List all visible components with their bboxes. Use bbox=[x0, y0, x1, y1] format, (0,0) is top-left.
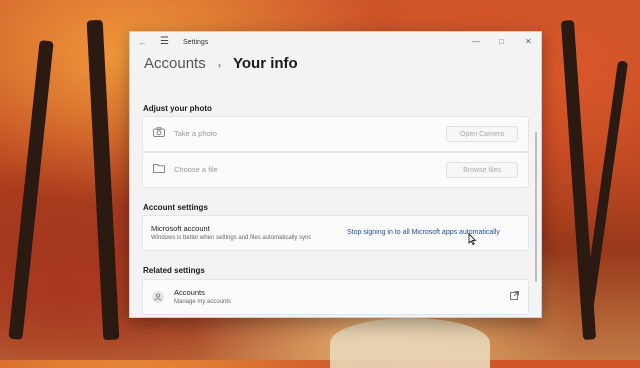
browse-files-button[interactable]: Browse files bbox=[446, 162, 518, 178]
tree-trunk bbox=[86, 19, 120, 341]
open-camera-button[interactable]: Open Camera bbox=[446, 126, 518, 142]
person-icon bbox=[152, 291, 164, 303]
minimize-icon[interactable]: — bbox=[472, 37, 480, 46]
related-accounts-title: Accounts bbox=[174, 288, 205, 297]
settings-window: ← ☰ Settings — □ ✕ Accounts › Your info … bbox=[129, 31, 542, 318]
back-arrow-icon[interactable]: ← bbox=[138, 37, 147, 47]
hamburger-menu-icon[interactable]: ☰ bbox=[160, 36, 169, 47]
tree-trunk bbox=[581, 60, 629, 320]
choose-file-row: Choose a file Browse files bbox=[142, 152, 529, 188]
forest-path bbox=[330, 318, 490, 368]
choose-file-label: Choose a file bbox=[174, 165, 218, 174]
maximize-icon[interactable]: □ bbox=[499, 37, 504, 46]
breadcrumb-accounts[interactable]: Accounts bbox=[144, 55, 206, 72]
section-title-account-settings: Account settings bbox=[143, 203, 208, 212]
tree-trunk bbox=[8, 40, 54, 340]
related-accounts-row[interactable]: Accounts Manage my accounts bbox=[142, 279, 529, 315]
related-accounts-subtitle: Manage my accounts bbox=[174, 299, 232, 305]
close-icon[interactable]: ✕ bbox=[525, 37, 532, 46]
microsoft-account-subtitle: Windows is better when settings and file… bbox=[151, 235, 312, 241]
external-link-icon bbox=[510, 291, 519, 302]
take-photo-label: Take a photo bbox=[174, 129, 217, 138]
microsoft-account-title: Microsoft account bbox=[151, 224, 210, 233]
title-bar: ← ☰ Settings — □ ✕ bbox=[130, 32, 541, 54]
take-photo-row: Take a photo Open Camera bbox=[142, 116, 529, 152]
section-title-related-settings: Related settings bbox=[143, 266, 205, 275]
mouse-cursor-icon bbox=[468, 233, 477, 245]
section-title-adjust-photo: Adjust your photo bbox=[143, 104, 212, 113]
camera-icon bbox=[153, 127, 165, 140]
folder-icon bbox=[153, 163, 165, 176]
scrollbar[interactable] bbox=[535, 132, 537, 282]
breadcrumb-separator: › bbox=[218, 60, 221, 70]
page-title: Your info bbox=[233, 55, 298, 72]
window-title: Settings bbox=[183, 39, 209, 46]
